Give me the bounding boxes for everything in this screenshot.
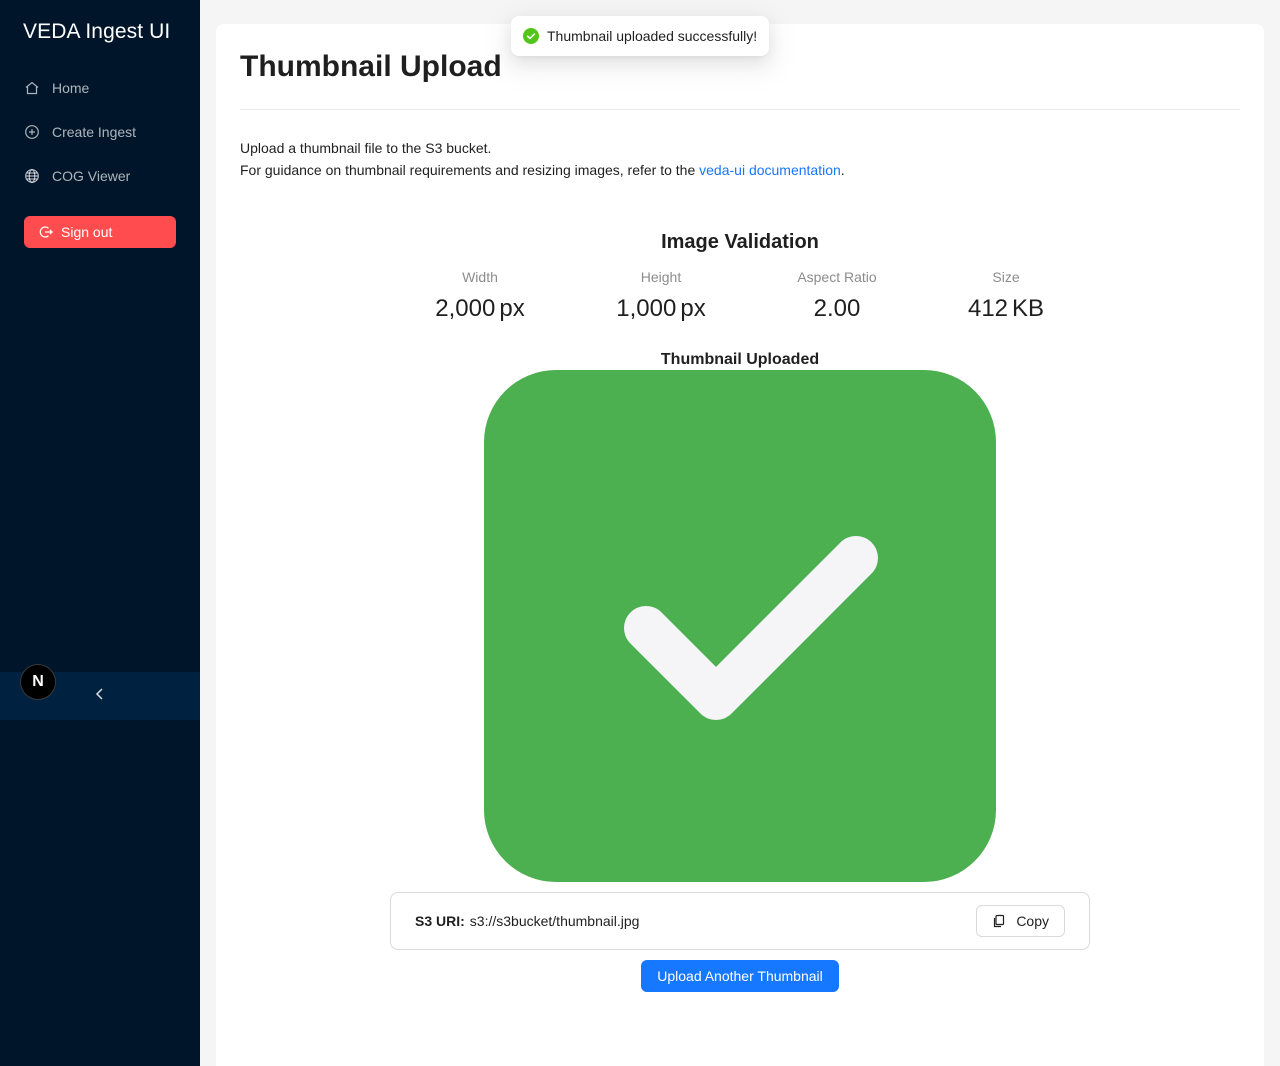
chevron-left-icon: [93, 687, 107, 706]
s3-uri-value: s3://s3bucket/thumbnail.jpg: [469, 913, 640, 929]
sidebar-item-label: Create Ingest: [52, 124, 137, 140]
toast-message: Thumbnail uploaded successfully!: [547, 28, 758, 44]
stat-height: Height 1,000 px: [581, 269, 741, 323]
stat-value: 412 KB: [926, 295, 1086, 323]
copy-label: Copy: [1016, 913, 1049, 929]
success-toast: Thumbnail uploaded successfully!: [511, 16, 770, 56]
page-title: Thumbnail Upload: [240, 50, 502, 83]
image-validation-title: Image Validation: [661, 231, 819, 253]
stat-value: 1,000 px: [581, 295, 741, 323]
description-line-2: For guidance on thumbnail requirements a…: [240, 159, 845, 181]
stat-number: 2.00: [813, 295, 861, 322]
sidebar-item-label: COG Viewer: [52, 168, 131, 184]
copy-icon: [992, 914, 1006, 928]
stat-label: Width: [462, 269, 498, 285]
page-description: Upload a thumbnail file to the S3 bucket…: [240, 137, 845, 181]
stat-unit: px: [499, 295, 525, 322]
veda-ui-documentation-link[interactable]: veda-ui documentation: [699, 162, 841, 178]
sidebar: VEDA Ingest UI Home Create Ingest COG Vi…: [0, 0, 200, 1066]
main-card: Thumbnail Upload Upload a thumbnail file…: [216, 24, 1264, 1066]
sidebar-item-cog-viewer[interactable]: COG Viewer: [24, 164, 130, 188]
stat-value: 2.00: [757, 295, 917, 323]
stat-number: 2,000: [435, 295, 496, 322]
sidebar-item-home[interactable]: Home: [24, 76, 89, 100]
checkmark-icon: [484, 370, 996, 882]
thumbnail-preview: [484, 370, 996, 882]
stat-aspect-ratio: Aspect Ratio 2.00: [757, 269, 917, 323]
s3-uri-box: S3 URI: s3://s3bucket/thumbnail.jpg Copy: [390, 892, 1090, 950]
globe-icon: [24, 168, 40, 184]
sidebar-item-label: Home: [52, 80, 90, 96]
stat-label: Size: [992, 269, 1020, 285]
thumbnail-uploaded-label: Thumbnail Uploaded: [660, 351, 820, 368]
sidebar-item-create-ingest[interactable]: Create Ingest: [24, 120, 136, 144]
description-suffix: .: [840, 162, 845, 178]
description-text: For guidance on thumbnail requirements a…: [240, 162, 700, 178]
stat-number: 1,000: [616, 295, 677, 322]
stat-value: 2,000 px: [400, 295, 560, 323]
s3-uri-label: S3 URI:: [415, 913, 465, 929]
sign-out-button[interactable]: Sign out: [24, 216, 176, 248]
stat-width: Width 2,000 px: [400, 269, 560, 323]
stat-size: Size 412 KB: [926, 269, 1086, 323]
logout-icon: [39, 225, 53, 239]
home-icon: [24, 80, 40, 96]
stat-unit: KB: [1012, 295, 1045, 322]
title-divider: [240, 109, 1240, 110]
plus-circle-icon: [24, 124, 40, 140]
check-circle-icon: [523, 28, 539, 44]
stat-label: Aspect Ratio: [797, 269, 877, 285]
stat-unit: px: [680, 295, 706, 322]
stat-number: 412: [967, 295, 1009, 322]
app-title: VEDA Ingest UI: [23, 20, 171, 43]
description-line-1: Upload a thumbnail file to the S3 bucket…: [240, 140, 492, 156]
copy-button[interactable]: Copy: [976, 905, 1065, 937]
nextjs-badge[interactable]: N: [20, 664, 56, 700]
upload-another-thumbnail-button[interactable]: Upload Another Thumbnail: [641, 960, 839, 992]
sign-out-label: Sign out: [61, 224, 113, 240]
stat-label: Height: [640, 269, 682, 285]
